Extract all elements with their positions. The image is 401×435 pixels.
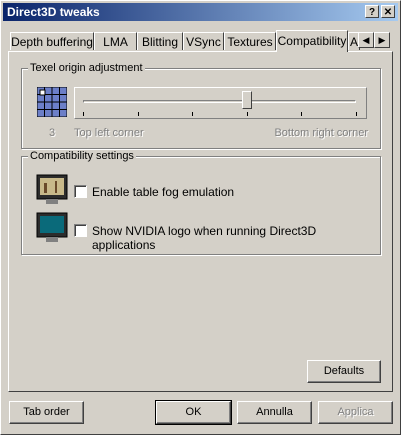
texel-max-label: Bottom right corner [274, 127, 368, 139]
texel-value-label: 3 [49, 127, 56, 139]
apply-button[interactable]: Applica [318, 401, 393, 424]
texel-slider-frame [74, 87, 367, 119]
fog-emulation-label: Enable table fog emulation [92, 185, 235, 199]
tab-order-button[interactable]: Tab order [9, 401, 84, 424]
tab-textures[interactable]: Textures [224, 32, 276, 50]
defaults-button[interactable]: Defaults [307, 360, 381, 383]
nvidia-logo-checkbox[interactable] [74, 224, 87, 237]
slider-tick [192, 112, 194, 116]
texel-origin-group-label: Texel origin adjustment [28, 62, 145, 74]
texel-slider-thumb[interactable] [241, 91, 252, 109]
tab-depth-buffering[interactable]: Depth buffering [10, 32, 94, 50]
tab-blitting[interactable]: Blitting [137, 32, 183, 50]
fog-emulation-checkbox[interactable] [74, 185, 87, 198]
tab-lma[interactable]: LMA [94, 32, 137, 50]
tab-compatibility[interactable]: Compatibility [276, 30, 348, 52]
ok-button[interactable]: OK [155, 400, 232, 425]
texel-min-label: Top left corner [74, 127, 144, 139]
slider-tick [83, 112, 84, 116]
slider-tick [356, 112, 357, 116]
texel-origin-group: Texel origin adjustment 3 Top left corne… [21, 62, 381, 149]
slider-track [83, 100, 356, 103]
compatibility-settings-group: Compatibility settings Enable table fog … [21, 150, 381, 255]
help-button[interactable]: ? [365, 5, 379, 18]
slider-tick [246, 112, 248, 116]
tab-scroll-left-icon[interactable]: ◀ [358, 32, 374, 48]
title-bar[interactable]: Direct3D tweaks ? ✕ [3, 3, 398, 21]
close-button[interactable]: ✕ [381, 5, 395, 18]
slider-tick [301, 112, 303, 116]
nvidia-logo-label: Show NVIDIA logo when running Direct3D a… [92, 224, 317, 252]
window-title: Direct3D tweaks [7, 5, 100, 19]
fog-monitor-icon [36, 174, 68, 204]
logo-monitor-icon [36, 212, 68, 242]
cancel-button[interactable]: Annulla [237, 401, 312, 424]
compat-group-label: Compatibility settings [28, 150, 136, 162]
texel-grid-icon [37, 87, 67, 117]
tab-vsync[interactable]: VSync [183, 32, 224, 50]
compatibility-tab-panel: Texel origin adjustment 3 Top left corne… [8, 51, 393, 392]
dialog-window: Direct3D tweaks ? ✕ Depth buffering LMA … [0, 0, 401, 435]
tab-scroll-right-icon[interactable]: ▶ [374, 32, 390, 48]
slider-tick [137, 112, 139, 116]
